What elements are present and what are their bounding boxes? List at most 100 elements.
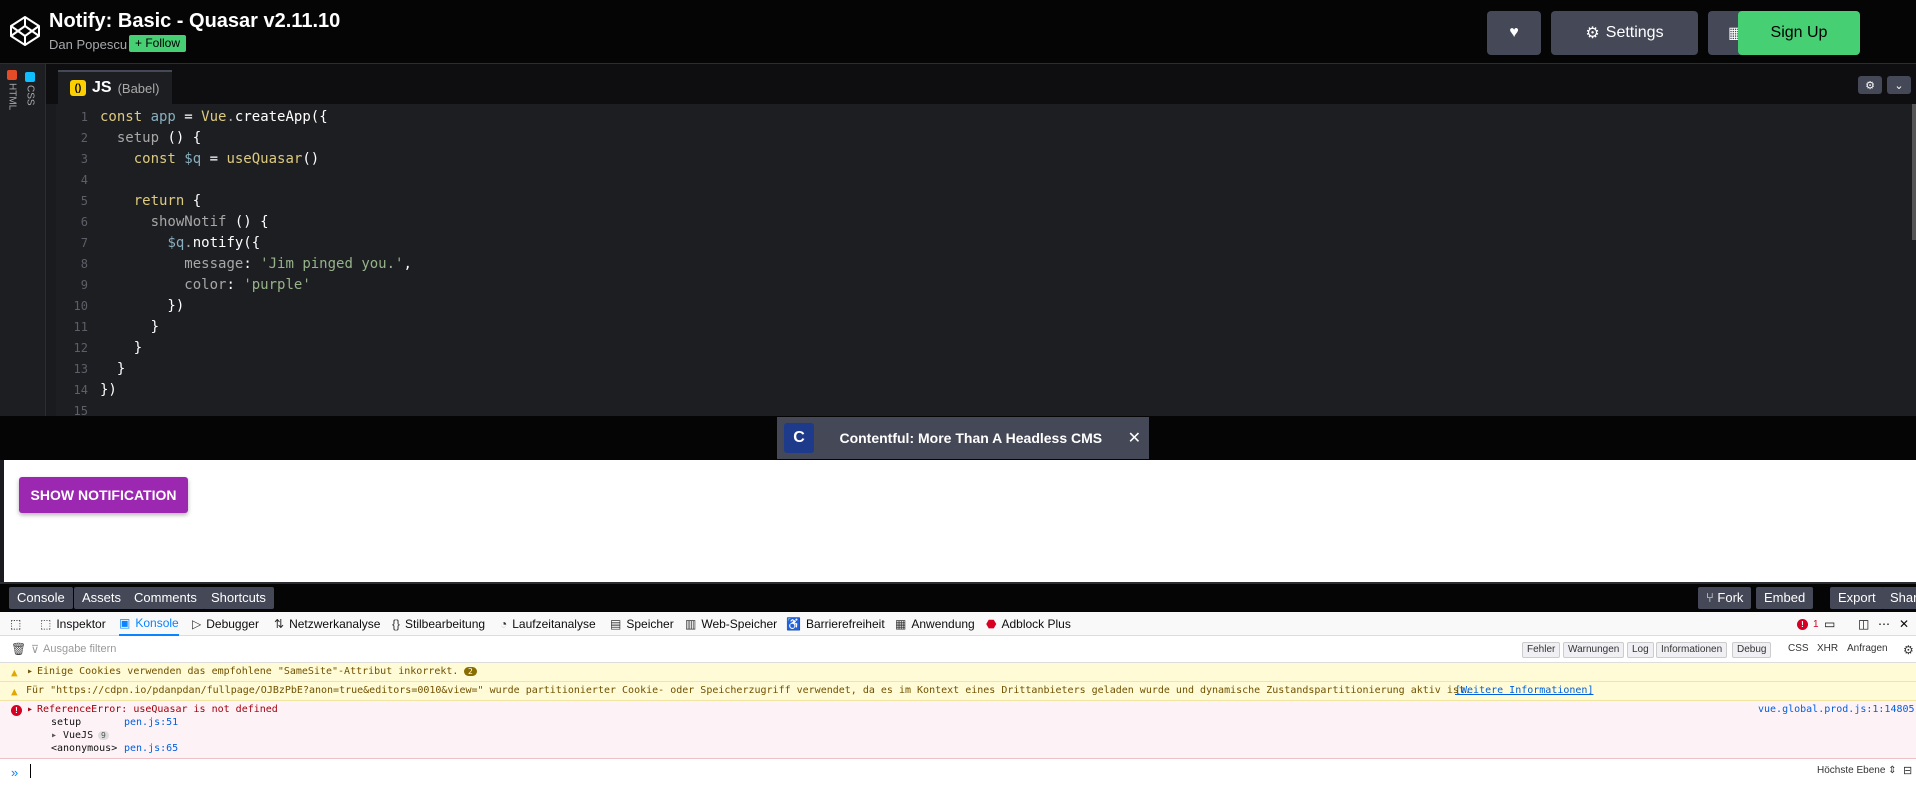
expand-arrow-icon[interactable]: ▸ <box>27 666 33 677</box>
console-warning[interactable]: ▲ Für "https://cdpn.io/pdanpdan/fullpage… <box>0 682 1916 701</box>
filter-debug[interactable]: Debug <box>1732 642 1772 658</box>
stack-src-link[interactable]: pen.js:51 <box>124 717 178 728</box>
code-token: Vue <box>201 109 227 125</box>
show-notification-button[interactable]: SHOW NOTIFICATION <box>19 477 188 513</box>
filter-css[interactable]: CSS <box>1788 643 1809 654</box>
stack-group: VueJS <box>63 730 94 741</box>
code-line[interactable]: color: 'purple' <box>100 277 310 293</box>
code-token: () { <box>226 214 269 230</box>
export-button[interactable]: Export <box>1830 587 1884 609</box>
code-line[interactable]: setup () { <box>100 130 201 146</box>
tab-adblock-plus[interactable]: ⬣ Adblock Plus <box>986 612 1071 636</box>
tab-speicher[interactable]: ▤ Speicher <box>610 612 674 636</box>
tab-label: Laufzeitanalyse <box>512 617 596 631</box>
html-tab[interactable]: HTML <box>5 70 19 110</box>
embed-button[interactable]: Embed <box>1756 587 1814 609</box>
close-icon[interactable]: ✕ <box>1128 428 1141 448</box>
code-line[interactable]: } <box>100 361 125 377</box>
code-line[interactable]: } <box>100 319 159 335</box>
share-button[interactable]: Share <box>1882 587 1916 609</box>
filter-log[interactable]: Log <box>1627 642 1654 658</box>
filter-warnings[interactable]: Warnungen <box>1563 642 1625 658</box>
warning-icon: ▲ <box>11 685 18 698</box>
code-token: { <box>184 193 202 209</box>
code-editor[interactable]: 1 2 3 4 5 6 7 8 9 10 11 12 13 14 15 cons… <box>56 104 1916 416</box>
assets-button[interactable]: Assets <box>74 587 130 609</box>
ad-banner[interactable]: C Contentful: More Than A Headless CMS ✕ <box>777 417 1149 459</box>
close-devtools-icon[interactable]: ✕ <box>1899 612 1909 636</box>
tab-web-speicher[interactable]: ▥ Web-Speicher <box>685 612 777 636</box>
line-number: 10 <box>73 299 88 313</box>
console-button[interactable]: Console <box>9 587 73 609</box>
tab-anwendung[interactable]: ▦ Anwendung <box>895 612 975 636</box>
more-options-icon[interactable]: ⋯ <box>1878 612 1890 636</box>
line-number: 7 <box>80 236 88 250</box>
dock-side-icon[interactable]: ◫ <box>1858 612 1869 636</box>
filter-info[interactable]: Informationen <box>1656 642 1728 658</box>
collapsed-editors-sidebar <box>0 64 46 416</box>
console-input-caret[interactable] <box>30 764 31 778</box>
editor-settings-button[interactable]: ⚙ <box>1858 76 1882 94</box>
line-number: 14 <box>73 383 88 397</box>
filter-errors[interactable]: Fehler <box>1522 642 1561 658</box>
tab-konsole[interactable]: ▣ Konsole <box>119 612 179 636</box>
code-line[interactable]: const app = Vue.createApp({ <box>100 109 328 125</box>
filter-xhr[interactable]: XHR <box>1817 643 1838 654</box>
follow-button[interactable]: + Follow <box>129 35 187 52</box>
code-token: } <box>100 340 143 356</box>
author-name[interactable]: Dan Popescu <box>49 37 127 52</box>
filter-input[interactable]: Ausgabe filtern <box>43 643 116 655</box>
shortcuts-button[interactable]: Shortcuts <box>203 587 274 609</box>
console-error[interactable]: ! ▸ ReferenceError: useQuasar is not def… <box>0 701 1916 759</box>
tab-debugger[interactable]: ▷ Debugger <box>192 612 259 636</box>
warning-icon: ▲ <box>11 666 18 679</box>
editor-scrollbar[interactable] <box>1912 104 1916 240</box>
tab-stilbearbeitung[interactable]: {} Stilbearbeitung <box>392 612 485 636</box>
console-warning[interactable]: ▲ ▸ Einige Cookies verwenden das empfohl… <box>0 663 1916 682</box>
editor-collapse-button[interactable]: ⌄ <box>1887 76 1911 94</box>
error-source-link[interactable]: vue.global.prod.js:1:14805 <box>1758 704 1915 715</box>
more-info-link[interactable]: [Weitere Informationen] <box>1455 685 1593 696</box>
html-tab-label: HTML <box>6 83 18 111</box>
code-token: = <box>201 151 227 167</box>
like-button[interactable]: ♥ <box>1487 11 1541 55</box>
trash-icon[interactable]: 🗑 <box>11 642 26 656</box>
context-selector[interactable]: Höchste Ebene ⇕ <box>1817 765 1897 776</box>
code-line[interactable]: const $q = useQuasar() <box>100 151 319 167</box>
code-line[interactable]: $q.notify({ <box>100 235 260 251</box>
tab-laufzeitanalyse[interactable]: ◔ Laufzeitanalyse <box>500 612 596 636</box>
editor-mode-icon[interactable]: ⊟ <box>1903 764 1912 777</box>
code-line[interactable]: }) <box>100 382 117 398</box>
settings-button[interactable]: ⚙ Settings <box>1551 11 1698 55</box>
code-line[interactable]: showNotif () { <box>100 214 269 230</box>
comments-button[interactable]: Comments <box>126 587 205 609</box>
stack-fn: setup <box>51 717 82 728</box>
css-tab[interactable]: CSS <box>23 72 37 106</box>
codepen-logo-icon[interactable] <box>8 14 42 48</box>
expand-arrow-icon[interactable]: ▸ <box>27 704 33 715</box>
code-line[interactable]: return { <box>100 193 201 209</box>
tab-inspektor[interactable]: ⬚ Inspektor <box>40 612 106 636</box>
js-editor-tab[interactable]: () JS (Babel) <box>58 70 172 104</box>
performance-icon: ◔ <box>500 617 508 631</box>
fork-button[interactable]: ⑂ Fork <box>1698 587 1752 609</box>
expand-arrow-icon[interactable]: ▸ <box>51 730 57 741</box>
filter-requests[interactable]: Anfragen <box>1847 643 1888 654</box>
error-counter[interactable]: ! 1 <box>1797 612 1819 636</box>
code-line[interactable]: }) <box>100 298 184 314</box>
split-console-icon[interactable]: ▭ <box>1824 612 1835 636</box>
result-preview <box>4 460 1916 582</box>
signup-button[interactable]: Sign Up <box>1738 11 1860 55</box>
code-line[interactable]: message: 'Jim pinged you.', <box>100 256 412 272</box>
element-picker-icon[interactable]: ⬚ <box>10 612 21 636</box>
console-input-row[interactable] <box>0 760 1916 790</box>
gear-icon[interactable]: ⚙ <box>1903 643 1914 657</box>
tab-netzwerkanalyse[interactable]: ⇅ Netzwerkanalyse <box>274 612 380 636</box>
code-line[interactable]: } <box>100 340 142 356</box>
stack-src-link[interactable]: pen.js:65 <box>124 743 178 754</box>
tab-barrierefreiheit[interactable]: ♿ Barrierefreiheit <box>786 612 885 636</box>
signup-label: Sign Up <box>1770 24 1828 41</box>
